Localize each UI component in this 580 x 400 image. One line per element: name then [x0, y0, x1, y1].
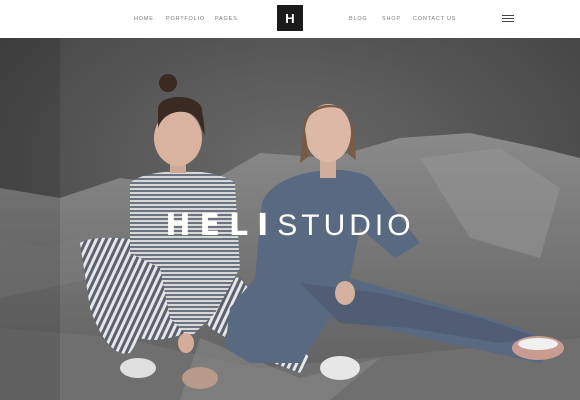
hero-title: HELISTUDIO — [0, 209, 580, 243]
logo-letter: H — [285, 10, 295, 26]
page: HOME PORTFOLIO PAGES H BLOG SHOP CONTACT… — [0, 0, 580, 400]
nav-contact-us[interactable]: CONTACT US — [413, 15, 456, 23]
hero-title-bold: HELI — [165, 208, 278, 243]
nav-blog[interactable]: BLOG — [349, 15, 367, 23]
logo[interactable]: H — [277, 5, 303, 31]
nav-shop[interactable]: SHOP — [382, 15, 401, 23]
nav-pages[interactable]: PAGES — [215, 15, 238, 23]
site-header: HOME PORTFOLIO PAGES H BLOG SHOP CONTACT… — [0, 0, 580, 38]
hero-title-light: STUDIO — [277, 209, 415, 242]
hero-banner: HELISTUDIO — [0, 38, 580, 400]
hamburger-menu-icon[interactable] — [502, 15, 514, 23]
nav-portfolio[interactable]: PORTFOLIO — [166, 15, 205, 23]
nav-home[interactable]: HOME — [134, 15, 154, 23]
